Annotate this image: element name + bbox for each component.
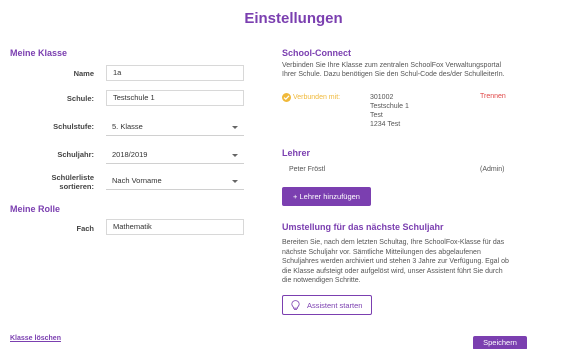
connection-status: Verbunden mit: (293, 94, 341, 101)
year-change-heading: Umstellung für das nächste Schuljahr (282, 222, 444, 232)
start-assistant-button[interactable]: Assistent starten (282, 295, 372, 315)
add-teacher-button[interactable]: + Lehrer hinzufügen (282, 187, 371, 206)
school-zip-city: 1234 Test (370, 121, 401, 128)
school-level-select[interactable]: 5. Klasse (106, 118, 244, 136)
school-year-value: 2018/2019 (112, 150, 148, 159)
school-level-label: Schulstufe: (53, 122, 94, 131)
school-year-label: Schuljahr: (57, 150, 94, 159)
name-input[interactable]: 1a (106, 65, 244, 81)
chevron-down-icon (232, 126, 238, 129)
school-year-select[interactable]: 2018/2019 (106, 146, 244, 164)
disconnect-link[interactable]: Trennen (480, 93, 506, 100)
sort-students-label: Schülerliste sortieren: (14, 173, 94, 191)
school-connect-description-line2: Ihrer Schule. Dazu benötigen Sie den Sch… (282, 71, 505, 78)
year-change-text-line5: die notwendigen Schritte. (282, 277, 361, 284)
teacher-name: Peter Fröstl (289, 166, 326, 173)
my-class-heading: Meine Klasse (10, 48, 68, 58)
school-connect-heading: School-Connect (282, 48, 351, 58)
year-change-text-line1: Bereiten Sie, nach dem letzten Schultag,… (282, 239, 505, 246)
year-change-text-line2: nächste Schuljahr vor. Sämtliche Mitteil… (282, 248, 481, 256)
lightbulb-icon (291, 300, 300, 313)
sort-label-line2: sortieren: (59, 182, 94, 191)
name-label: Name (73, 69, 94, 78)
school-label: Schule: (66, 94, 94, 103)
subject-label: Fach (76, 224, 94, 233)
sort-label-line1: Schülerliste (51, 173, 94, 182)
teacher-role: (Admin) (480, 166, 505, 173)
check-circle-icon (282, 93, 291, 102)
start-assistant-label: Assistent starten (307, 300, 363, 310)
save-button[interactable]: Speichern (473, 336, 527, 349)
chevron-down-icon (232, 180, 238, 183)
sort-students-value: Nach Vorname (112, 176, 162, 185)
year-change-text-line3: Schuljahres werden archiviert und stehen… (282, 258, 509, 265)
chevron-down-icon (232, 154, 238, 157)
year-change-text-line4: die Klasse aufsteigt oder aufgelöst wird… (282, 267, 503, 275)
subject-input[interactable]: Mathematik (106, 219, 244, 235)
teachers-heading: Lehrer (282, 148, 311, 158)
delete-class-link[interactable]: Klasse löschen (10, 335, 61, 342)
sort-students-select[interactable]: Nach Vorname (106, 172, 244, 190)
school-level-value: 5. Klasse (112, 122, 143, 131)
school-input[interactable]: Testschule 1 (106, 90, 244, 106)
my-role-heading: Meine Rolle (10, 204, 61, 214)
page-title: Einstellungen (244, 10, 343, 27)
